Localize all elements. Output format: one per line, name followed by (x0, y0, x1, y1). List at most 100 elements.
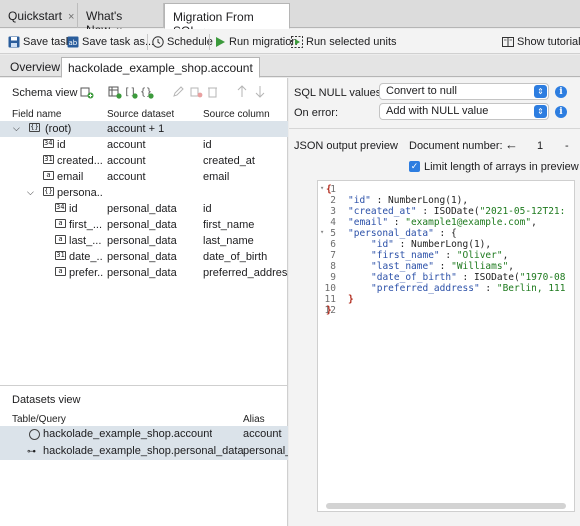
json-value: : NumberLong(1), (370, 195, 469, 206)
edit-icon[interactable] (172, 85, 185, 98)
dropdown-arrow-icon: ⇕ (534, 85, 547, 98)
dataset-row[interactable]: ⊶ hackolade_example_shop.personal_data p… (0, 443, 288, 460)
panel-divider[interactable] (0, 385, 288, 386)
fold-marker-icon[interactable]: ▾ (320, 228, 324, 236)
trash-icon[interactable] (206, 85, 219, 98)
toolbar: Save task ab Save task as... Schedule Ru… (0, 29, 580, 54)
tab-whats-new[interactable]: What's New× (78, 3, 164, 37)
source-dataset: personal_data (107, 267, 177, 279)
json-punct: , (531, 217, 537, 228)
schema-row[interactable]: a prefer... personal_data preferred_addr… (0, 265, 288, 281)
tab-overview[interactable]: Overview (4, 57, 66, 77)
show-tutorial-button[interactable]: Show tutorial (502, 34, 580, 50)
run-selected-units-button[interactable]: Run selected units (291, 34, 397, 50)
source-column: preferred_address (203, 267, 288, 279)
schema-row[interactable]: ⌵ {} persona... (0, 185, 288, 201)
schema-row[interactable]: 31 created... account created_at (0, 153, 288, 169)
json-key: "id" (371, 239, 394, 250)
schema-row[interactable]: a first_... personal_data first_name (0, 217, 288, 233)
code-line: "created_at" : ISODate("2021-05-12T21: (348, 206, 565, 217)
schema-row[interactable]: a last_... personal_data last_name (0, 233, 288, 249)
source-column: id (203, 203, 212, 215)
code-brace: } (348, 294, 354, 305)
object-icon: {} (43, 187, 54, 196)
run-selected-icon (291, 36, 303, 48)
line-number: 3 (330, 206, 336, 217)
book-icon (502, 37, 514, 47)
json-punct: : (388, 217, 406, 228)
code-brace: { (326, 184, 332, 195)
field-name: id (69, 203, 78, 215)
code-brace: } (326, 305, 332, 316)
save-task-as-button[interactable]: ab Save task as... (67, 34, 154, 50)
save-task-as-label: Save task as... (82, 36, 155, 48)
save-as-icon: ab (67, 36, 79, 48)
code-line: "last_name" : "Williams", (371, 261, 514, 272)
schema-view-title: Schema view (12, 87, 78, 99)
info-icon[interactable]: i (555, 86, 567, 98)
field-name: email (57, 171, 84, 183)
run-migration-button[interactable]: Run migration (214, 34, 297, 50)
code-line: "preferred_address" : "Berlin, 111 (371, 283, 565, 294)
sql-null-value: Convert to null (386, 85, 457, 97)
tab-migration-from-sql[interactable]: Migration From SQL× (164, 3, 290, 38)
limit-arrays-checkbox[interactable]: ✓ (409, 161, 420, 172)
tab-quickstart[interactable]: Quickstart × (0, 3, 78, 28)
limit-arrays-label: Limit length of arrays in preview (424, 161, 579, 173)
add-field-icon[interactable] (80, 85, 94, 99)
add-object-icon[interactable]: {} (140, 85, 154, 99)
json-key: "id" (348, 195, 371, 206)
add-table-icon[interactable] (108, 85, 122, 99)
arrow-left-icon[interactable]: ← (505, 137, 518, 152)
sql-null-select[interactable]: Convert to null ⇕ (379, 83, 549, 100)
chevron-down-icon[interactable]: ⌵ (27, 187, 34, 198)
tab-label: hackolade_example_shop.account (68, 61, 253, 75)
source-column: id (203, 139, 212, 151)
info-icon[interactable]: i (555, 106, 567, 118)
json-string: "example1@example.com" (405, 217, 532, 228)
save-task-label: Save task (23, 36, 72, 48)
arrow-up-icon[interactable] (236, 85, 248, 98)
number-field-icon: 345 (55, 203, 66, 212)
schema-row[interactable]: a email account email (0, 169, 288, 185)
json-preview-editor[interactable]: 1 2 3 4 5 6 7 8 9 10 11 12 ▾ ▾ { "id" : … (317, 180, 575, 512)
column-header: Field name (12, 109, 62, 120)
horizontal-scrollbar[interactable] (326, 503, 566, 509)
schema-row-root[interactable]: ⌵ {} (root) account + 1 (0, 121, 288, 137)
line-number: 8 (330, 261, 336, 272)
arrow-down-icon[interactable] (254, 85, 266, 98)
on-error-label: On error: (294, 107, 339, 119)
divider (289, 128, 580, 129)
close-icon[interactable]: × (68, 11, 74, 23)
date-field-icon: 31 (55, 251, 66, 260)
source-dataset: account + 1 (107, 123, 165, 135)
play-icon (216, 37, 225, 47)
schema-row[interactable]: 31 date_... personal_data date_of_birth (0, 249, 288, 265)
schema-row[interactable]: 345 id account id (0, 137, 288, 153)
json-value: : NumberLong(1), (393, 239, 492, 250)
json-key: "email" (348, 217, 389, 228)
show-tutorial-label: Show tutorial (517, 36, 580, 48)
schedule-label: Schedule (167, 36, 213, 48)
document-number-next[interactable]: - (565, 140, 569, 152)
schedule-button[interactable]: Schedule (152, 34, 213, 50)
code-line: "personal_data" : { (348, 228, 457, 239)
on-error-select[interactable]: Add with NULL value ⇕ (379, 103, 549, 120)
line-number: 4 (330, 217, 336, 228)
field-name: id (57, 139, 66, 151)
source-dataset: account (107, 155, 146, 167)
dataset-table: hackolade_example_shop.personal_data (43, 445, 244, 457)
tab-account[interactable]: hackolade_example_shop.account (61, 57, 260, 78)
delete-field-icon[interactable] (190, 85, 203, 98)
dataset-row[interactable]: hackolade_example_shop.account account (0, 426, 288, 443)
source-column: last_name (203, 235, 254, 247)
fold-marker-icon[interactable]: ▾ (320, 184, 324, 192)
tab-label: Quickstart (8, 9, 63, 23)
schema-row[interactable]: 345 id personal_data id (0, 201, 288, 217)
save-task-button[interactable]: Save task (8, 34, 71, 50)
add-array-icon[interactable]: [] (124, 85, 138, 99)
column-header: Alias (243, 414, 265, 425)
chevron-down-icon[interactable]: ⌵ (13, 123, 20, 134)
string-field-icon: a (55, 235, 66, 244)
document-number-value[interactable]: 1 (537, 140, 543, 152)
